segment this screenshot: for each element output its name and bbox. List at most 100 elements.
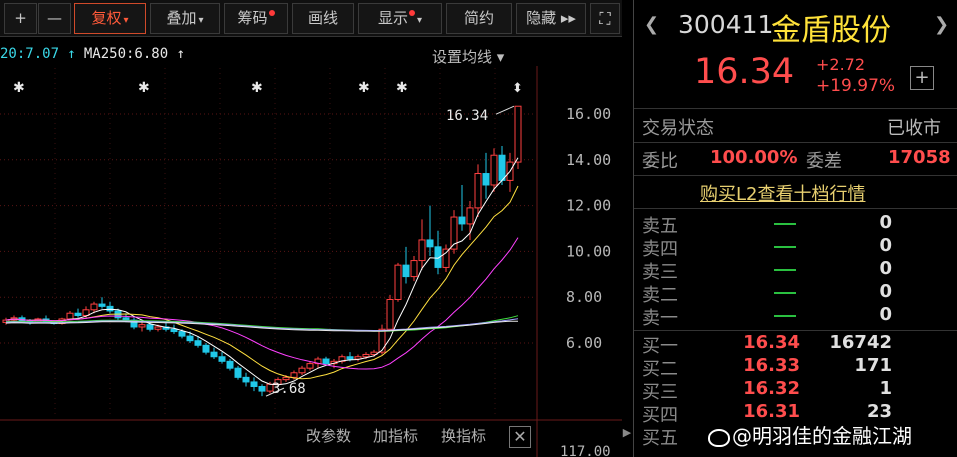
ask-row[interactable]: 卖二 0 [634,281,957,306]
hide-label: 隐藏 ▸▸ [526,9,576,27]
candle-body [138,324,146,328]
y-tick-label: 6.00 [566,334,602,352]
ma120-line [5,318,519,332]
candle-body [378,328,386,353]
chevron-down-icon: ▾ [416,15,423,26]
candle-body [410,260,418,278]
event-marker-icon: ✱ [251,80,263,96]
hide-button[interactable]: 隐藏 ▸▸ [516,3,586,34]
candle-body [322,358,330,365]
candle-body [242,376,250,383]
bid-price: 16.32 [743,378,800,399]
candle-body [306,363,314,369]
candle-body [234,367,242,378]
add-watchlist-button[interactable]: + [910,66,934,90]
divider [634,208,957,209]
bid-row[interactable]: 买三 16.32 1 [634,378,957,403]
max-price-label: 16.34 [446,108,488,124]
ma20-value: 20:7.07 ↑ [0,46,76,62]
bottom-tick-label: 117.00 [560,444,611,457]
candle-body [474,173,482,209]
add-indicator-button[interactable]: 加指标 [373,425,418,446]
ask-volume: 0 [879,304,892,325]
empty-price-dash [774,292,796,294]
weibi-value: 100.00% [710,147,798,168]
fullscreen-icon[interactable]: ⛶ [590,3,620,34]
switch-indicator-button[interactable]: 换指标 [441,425,486,446]
change-params-button[interactable]: 改参数 [306,425,351,446]
y-tick-label: 8.00 [566,288,602,306]
overlay-button[interactable]: 叠加 ▾ [150,3,220,34]
chart-toolbar: + — 复权 ▾ 叠加 ▾ 筹码 画线 显示 ▾ 简约 隐藏 ▸▸ ⛶ [0,0,622,37]
divider [634,108,957,109]
candle-body [202,344,210,353]
y-tick-label: 12.00 [566,197,611,215]
chevron-down-icon: ▾ [123,15,129,26]
display-button[interactable]: 显示 ▾ [358,3,442,34]
ask-volume: 0 [879,235,892,256]
min-price-label: 3.68 [272,381,306,397]
weibi-label: 委比 [642,151,678,172]
empty-price-dash [774,246,796,248]
candle-body [258,386,266,392]
adjust-button[interactable]: 复权 ▾ [74,3,146,34]
buy-l2-link[interactable]: 购买L2查看十档行情 [700,180,865,206]
notification-dot-icon [408,10,415,16]
event-marker-icon: ✱ [396,80,408,96]
bid-row[interactable]: 买二 16.33 171 [634,355,957,380]
ma5-line [5,157,519,386]
kline-svg[interactable]: 16.00 14.00 12.00 10.00 8.00 6.00 117.00 ✱ ✱ ✱ ✱ ✱ ⬍… [0,38,622,457]
range-marker-icon: ⬍ [512,81,523,96]
candle-body [90,303,98,311]
ask-row[interactable]: 卖一 0 [634,304,957,329]
max-marker-arrow [495,105,515,115]
chevron-down-icon: ▾ [198,15,204,26]
divider [634,175,957,176]
candle-body [282,376,290,381]
bid-price: 16.34 [743,332,800,353]
zoom-out-label: — [47,9,62,27]
ask-volume: 0 [879,212,892,233]
candle-body [250,381,258,388]
candle-body [442,248,450,268]
candle-body [98,303,106,307]
kline-chart[interactable]: 16.00 14.00 12.00 10.00 8.00 6.00 117.00 ✱ ✱ ✱ ✱ ✱ ⬍… [0,38,622,457]
candle-body [482,173,490,186]
empty-price-dash [774,223,796,225]
ask-row[interactable]: 卖三 0 [634,258,957,283]
close-icon[interactable]: ✕ [509,426,531,448]
candle-body [394,264,402,300]
prev-stock-icon[interactable]: ❮ [644,14,659,35]
bid-volume: 16742 [829,332,892,353]
zoom-out-button[interactable]: — [38,3,71,34]
chips-button[interactable]: 筹码 [224,3,288,34]
candle-body [218,356,226,362]
candle-body [298,367,306,374]
bid-price: 16.33 [743,355,800,376]
collapse-panel-icon[interactable]: ▶ [622,418,632,448]
next-stock-icon[interactable]: ❯ [934,14,949,35]
ma250-value: MA250:6.80 ↑ [83,46,186,62]
zoom-in-button[interactable]: + [4,3,37,34]
draw-line-button[interactable]: 画线 [292,3,354,34]
ask-row[interactable]: 卖五 0 [634,212,957,237]
ma10-line [5,185,519,380]
last-price: 16.34 [694,52,795,92]
bid-row[interactable]: 买一 16.34 16742 [634,332,957,357]
bid-volume: 171 [854,355,892,376]
simple-button[interactable]: 简约 [446,3,512,34]
watermark: @明羽佳的金融江湖 [708,420,912,449]
candle-body [402,264,410,278]
fullscreen-glyph: ⛶ [599,9,611,28]
candle-body [490,154,498,186]
candle-body [362,353,370,358]
empty-price-dash [774,269,796,271]
bid-label: 买五 [642,428,678,449]
watermark-text: @明羽佳的金融江湖 [732,424,912,448]
candle-body [226,360,234,369]
ma-setting-dropdown[interactable]: 设置均线 ▾ [432,46,504,67]
candle-body [154,326,162,330]
trade-status-value: 已收市 [887,118,941,139]
ma-legend: 20:7.07 ↑ MA250:6.80 ↑ [0,46,185,62]
ask-row[interactable]: 卖四 0 [634,235,957,260]
